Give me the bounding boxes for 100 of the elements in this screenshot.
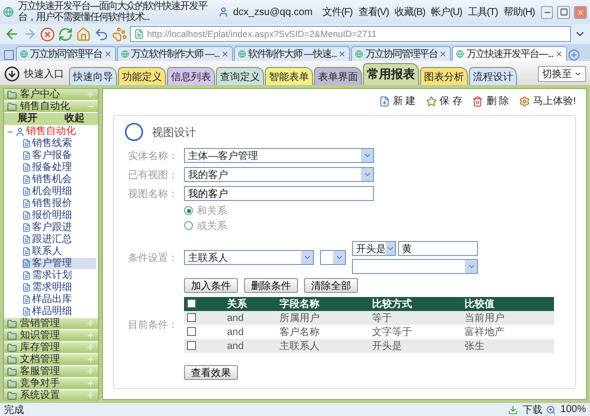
collapse-all-link[interactable]: 收起 xyxy=(64,113,84,125)
select-field[interactable]: 开头是 xyxy=(352,241,396,256)
close-icon[interactable] xyxy=(338,50,346,58)
action-button[interactable]: 删除条件 xyxy=(244,278,298,293)
new-tab-icon[interactable] xyxy=(568,49,580,61)
sidebar-section-header[interactable]: 客户中心 xyxy=(4,89,98,100)
sidebar-section-header[interactable]: 竞争对手 xyxy=(4,378,98,389)
browser-tab[interactable]: 万立协同管理平台 xyxy=(351,46,452,61)
toolbar-button[interactable]: 保 存 xyxy=(426,94,462,108)
menu-item[interactable]: 帐户(U) xyxy=(431,5,462,19)
module-tab[interactable]: 流程设计 xyxy=(469,67,517,85)
maximize-button[interactable] xyxy=(557,6,570,18)
preview-button[interactable]: 查看效果 xyxy=(184,365,238,380)
tree-item[interactable]: 客户跟进 xyxy=(22,222,96,233)
quick-entry-label[interactable]: 快速入口 xyxy=(24,67,64,81)
paw-icon[interactable] xyxy=(112,26,127,42)
menu-item[interactable]: 收藏(B) xyxy=(394,5,426,19)
module-tab[interactable]: 信息列表 xyxy=(167,67,215,85)
sidebar-section-header[interactable]: 销售自动化 xyxy=(4,101,98,112)
toolbar-button[interactable]: 删 除 xyxy=(472,94,510,108)
action-button[interactable]: 清除全部 xyxy=(304,278,358,293)
expand-icon[interactable] xyxy=(86,355,95,364)
tree-item[interactable]: 样品出库 xyxy=(22,294,96,305)
checkbox[interactable] xyxy=(187,341,196,350)
menu-item[interactable]: 文件(F) xyxy=(322,5,352,19)
input-field[interactable]: 我的客户 xyxy=(184,186,374,201)
module-tab[interactable]: 智能表单 xyxy=(265,67,313,85)
browser-tab[interactable]: 万立快速开发平台----... xyxy=(452,46,567,61)
expand-icon[interactable] xyxy=(86,391,95,400)
browser-tab[interactable]: 软件制作大师 —快速... xyxy=(234,46,350,61)
expand-icon[interactable] xyxy=(86,90,95,99)
close-icon[interactable] xyxy=(104,50,112,58)
tree-item[interactable]: 报价明细 xyxy=(22,210,96,221)
tree-root[interactable]: 销售自动化 xyxy=(4,126,98,137)
action-button[interactable]: 加入条件 xyxy=(184,278,238,293)
checkbox[interactable] xyxy=(187,299,196,308)
close-button[interactable] xyxy=(574,6,587,18)
select-field[interactable]: 主联系人 xyxy=(184,250,314,265)
expand-icon[interactable] xyxy=(86,379,95,388)
tree-item[interactable]: 机会明细 xyxy=(22,186,96,197)
tree-item[interactable]: 客户报备 xyxy=(22,150,96,161)
forward-icon[interactable] xyxy=(23,27,37,41)
sidebar-section-header[interactable]: 知识管理 xyxy=(4,330,98,341)
module-tab[interactable]: 常用报表 xyxy=(363,63,419,85)
tree-item[interactable]: 销售报价 xyxy=(22,198,96,209)
browser-tab[interactable]: 万立协同管理平台 xyxy=(16,46,116,61)
sidebar-section-header[interactable]: 客服管理 xyxy=(4,366,98,377)
expand-icon[interactable] xyxy=(86,331,95,340)
menu-item[interactable]: 工具(T) xyxy=(468,5,498,19)
maximize-icon xyxy=(560,8,568,16)
sidebar-section-header[interactable]: 系统设置 xyxy=(4,390,98,401)
downloads-label[interactable]: 下载 xyxy=(522,402,542,416)
sidebar-section-header[interactable]: 库存管理 xyxy=(4,342,98,353)
module-tab[interactable]: 图表分析 xyxy=(420,67,468,85)
select-field[interactable]: 我的客户 xyxy=(184,167,374,182)
zoom-level[interactable]: 100% xyxy=(560,404,586,415)
close-icon[interactable] xyxy=(439,50,448,58)
document-icon xyxy=(22,163,31,172)
undo-icon[interactable] xyxy=(94,26,109,42)
expand-icon[interactable] xyxy=(86,343,95,352)
tree-item[interactable]: 跟进汇总 xyxy=(22,234,96,245)
menu-item[interactable]: 帮助(H) xyxy=(504,5,535,19)
tree-item[interactable]: 销售机会 xyxy=(22,174,96,185)
tree-item[interactable]: 报备处理 xyxy=(22,162,96,173)
toolbar-button[interactable]: 马上体验! xyxy=(519,94,576,108)
browser-tab[interactable]: 万立软件制作大师 —... xyxy=(117,46,234,61)
tree-item[interactable]: 需求计划 xyxy=(22,270,96,281)
stop-icon[interactable] xyxy=(40,26,55,42)
tab-list-icon[interactable] xyxy=(3,49,15,61)
tree-item[interactable]: 销售线索 xyxy=(22,138,96,149)
select-field[interactable]: 主体—客户管理 xyxy=(184,148,374,163)
field-label: 目前条件： xyxy=(127,319,178,332)
module-tab[interactable]: 功能定义 xyxy=(118,67,166,85)
close-icon[interactable] xyxy=(554,50,563,58)
module-tab[interactable]: 查询定义 xyxy=(216,67,264,85)
expand-icon[interactable] xyxy=(86,367,95,376)
document-icon xyxy=(22,271,31,280)
sidebar-section-header[interactable]: 文档管理 xyxy=(4,354,98,365)
tree-item[interactable]: 客户管理 xyxy=(22,258,96,269)
tree-item[interactable]: 样品明细 xyxy=(22,306,96,317)
address-field[interactable]: http://localhost/Eplat/index.aspx?SvSID=2&MenuID=2711 xyxy=(130,26,571,42)
home-icon[interactable] xyxy=(76,26,91,42)
toolbar-button[interactable]: 新 建 xyxy=(378,94,416,108)
tree-item[interactable]: 需求明细 xyxy=(22,282,96,293)
tree-item[interactable]: 联系人 xyxy=(22,246,96,257)
menu-item[interactable]: 查看(V) xyxy=(358,5,389,19)
sidebar-section-header[interactable]: 营销管理 xyxy=(4,318,98,329)
checkbox[interactable] xyxy=(187,313,196,322)
back-icon[interactable] xyxy=(4,26,20,42)
select-field[interactable] xyxy=(352,259,478,274)
checkbox[interactable] xyxy=(187,327,196,336)
switch-dropdown[interactable]: 切换至 xyxy=(538,66,586,82)
input-field[interactable]: 黄 xyxy=(398,241,478,256)
select-field[interactable] xyxy=(320,250,346,265)
expand-icon[interactable] xyxy=(86,319,95,328)
minimize-button[interactable] xyxy=(540,6,554,18)
close-icon[interactable] xyxy=(221,50,230,58)
refresh-icon[interactable] xyxy=(58,26,73,42)
module-tab[interactable]: 快速向导 xyxy=(69,67,117,85)
module-tab[interactable]: 表单界面 xyxy=(314,67,362,85)
